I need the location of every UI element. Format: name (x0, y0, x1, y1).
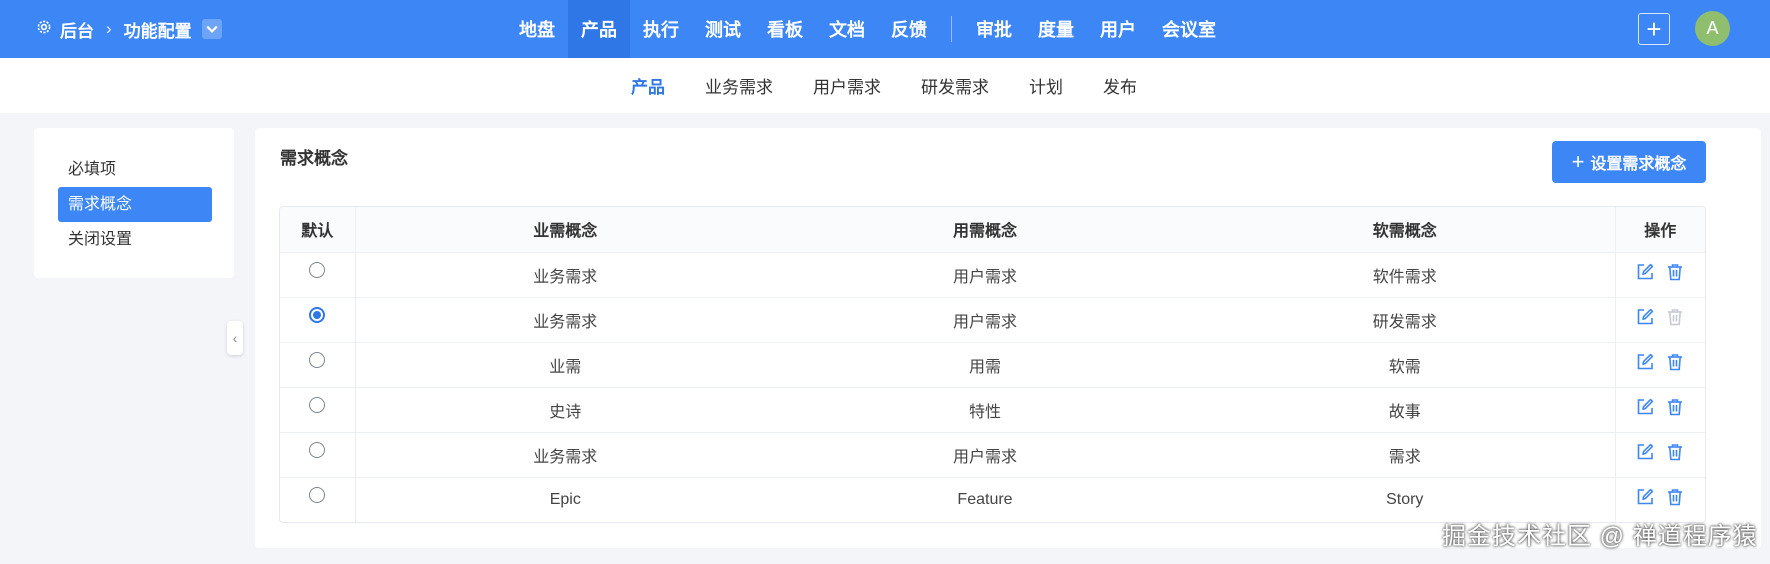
column-header-actions: 操作 (1614, 207, 1705, 253)
user-concept-cell: Feature (957, 490, 1013, 508)
nav-item-users[interactable]: 用户 (1087, 0, 1149, 58)
default-radio[interactable] (309, 397, 326, 413)
user-concept-cell: 用户需求 (775, 297, 1195, 343)
default-radio[interactable] (309, 307, 326, 323)
delete-icon (1665, 307, 1685, 332)
subnav-item-user-requirements[interactable]: 用户需求 (793, 73, 901, 98)
business-concept-cell: 业务需求 (355, 297, 775, 343)
delete-icon[interactable] (1665, 352, 1685, 377)
subnav-item-dev-requirements[interactable]: 研发需求 (901, 73, 1009, 98)
default-cell (280, 432, 356, 478)
set-requirement-concept-button[interactable]: + 设置需求概念 (1552, 141, 1706, 183)
delete-icon[interactable] (1665, 487, 1685, 512)
user-concept-cell: 用户需求 (775, 252, 1195, 298)
column-header-default: 默认 (280, 207, 356, 253)
table-header-row: 默认 业需概念 用需概念 软需概念 操作 (280, 207, 1705, 253)
software-concept-cell: 故事 (1195, 387, 1615, 433)
subnav-item-release[interactable]: 发布 (1083, 73, 1157, 98)
page-title: 需求概念 (280, 149, 348, 168)
nav-item-test[interactable]: 测试 (692, 0, 754, 58)
add-button[interactable]: + (1638, 13, 1670, 45)
default-cell (280, 252, 356, 298)
chevron-down-icon[interactable] (201, 19, 222, 39)
nav-divider (951, 16, 952, 42)
nav-item-kanban[interactable]: 看板 (754, 0, 816, 58)
business-concept-cell: 业务需求 (355, 432, 775, 478)
chevron-right-icon: › (106, 19, 112, 38)
edit-icon[interactable] (1635, 442, 1655, 467)
nav-item-execution[interactable]: 执行 (630, 0, 692, 58)
concepts-table: 默认 业需概念 用需概念 软需概念 操作 业务需求 用户需求 软件需求 业务需求 用户需… (279, 206, 1706, 523)
edit-icon[interactable] (1635, 307, 1655, 332)
default-cell (280, 297, 356, 343)
actions-cell (1614, 387, 1705, 433)
subnav-item-plan[interactable]: 计划 (1009, 73, 1083, 98)
set-button-label: 设置需求概念 (1590, 156, 1687, 173)
business-concept-cell: Epic (549, 490, 581, 508)
sidebar-item-required-fields[interactable]: 必填项 (58, 152, 212, 187)
default-cell (280, 387, 356, 433)
table-row: 业务需求 用户需求 研发需求 (280, 297, 1705, 343)
actions-cell (1614, 432, 1705, 478)
table-row: 业务需求 用户需求 软件需求 (280, 252, 1705, 298)
delete-icon[interactable] (1665, 442, 1685, 467)
sidebar-item-requirement-concepts[interactable]: 需求概念 (58, 187, 212, 222)
subnav-item-business-requirements[interactable]: 业务需求 (685, 73, 793, 98)
business-concept-cell: 业务需求 (355, 252, 775, 298)
table-row: 史诗 特性 故事 (280, 387, 1705, 433)
breadcrumb-current[interactable]: 功能配置 (124, 17, 192, 42)
delete-icon[interactable] (1665, 262, 1685, 287)
edit-icon[interactable] (1635, 262, 1655, 287)
column-header-software: 软需概念 (1195, 207, 1615, 253)
user-concept-cell: 用需 (775, 342, 1195, 388)
subnav-item-product[interactable]: 产品 (611, 73, 685, 98)
sidebar-item-close-settings[interactable]: 关闭设置 (58, 222, 212, 257)
nav-item-meeting-room[interactable]: 会议室 (1149, 0, 1229, 58)
breadcrumb: 后台 › 功能配置 (36, 0, 222, 58)
plus-icon: + (1571, 149, 1585, 174)
sidebar-collapse-handle[interactable]: ‹ (227, 321, 243, 355)
user-concept-cell: 用户需求 (775, 432, 1195, 478)
avatar[interactable]: A (1695, 11, 1730, 46)
watermark: 掘金技术社区 @ 禅道程序猿 (1442, 523, 1758, 550)
actions-cell (1614, 252, 1705, 298)
default-cell (280, 342, 356, 388)
software-concept-cell: 研发需求 (1195, 297, 1615, 343)
user-concept-cell: 特性 (775, 387, 1195, 433)
default-radio[interactable] (309, 442, 326, 458)
business-concept-cell: 业需 (355, 342, 775, 388)
software-concept-cell: 需求 (1195, 432, 1615, 478)
sub-navbar: 产品 业务需求 用户需求 研发需求 计划 发布 (0, 58, 1770, 113)
chevron-left-icon: ‹ (232, 330, 238, 346)
actions-cell (1614, 342, 1705, 388)
nav-item-approval[interactable]: 审批 (963, 0, 1025, 58)
main-nav: 地盘 产品 执行 测试 看板 文档 反馈 审批 度量 用户 会议室 (506, 0, 1229, 58)
nav-item-feedback[interactable]: 反馈 (878, 0, 940, 58)
breadcrumb-root[interactable]: 后台 (60, 17, 94, 42)
software-concept-cell: 软件需求 (1195, 252, 1615, 298)
nav-item-docs[interactable]: 文档 (816, 0, 878, 58)
default-radio[interactable] (309, 352, 326, 368)
column-header-user: 用需概念 (775, 207, 1195, 253)
settings-sidebar: 必填项 需求概念 关闭设置 (34, 128, 234, 278)
top-navbar: 后台 › 功能配置 地盘 产品 执行 测试 看板 文档 反馈 审批 度量 用户 … (0, 0, 1770, 58)
business-concept-cell: 史诗 (355, 387, 775, 433)
delete-icon[interactable] (1665, 397, 1685, 422)
nav-item-product[interactable]: 产品 (568, 0, 630, 58)
edit-icon[interactable] (1635, 397, 1655, 422)
edit-icon[interactable] (1635, 487, 1655, 512)
nav-item-dashboard[interactable]: 地盘 (506, 0, 568, 58)
gear-icon[interactable] (36, 19, 52, 40)
column-header-business: 业需概念 (355, 207, 775, 253)
actions-cell (1614, 297, 1705, 343)
table-row: 业务需求 用户需求 需求 (280, 432, 1705, 478)
default-radio[interactable] (309, 262, 326, 278)
main-panel: 需求概念 + 设置需求概念 默认 业需概念 用需概念 软需概念 操作 业务需求用… (255, 128, 1761, 548)
default-radio[interactable] (309, 487, 326, 504)
table-row: 业需 用需 软需 (280, 342, 1705, 388)
software-concept-cell: 软需 (1195, 342, 1615, 388)
nav-item-metrics[interactable]: 度量 (1025, 0, 1087, 58)
default-cell (280, 477, 356, 522)
edit-icon[interactable] (1635, 352, 1655, 377)
